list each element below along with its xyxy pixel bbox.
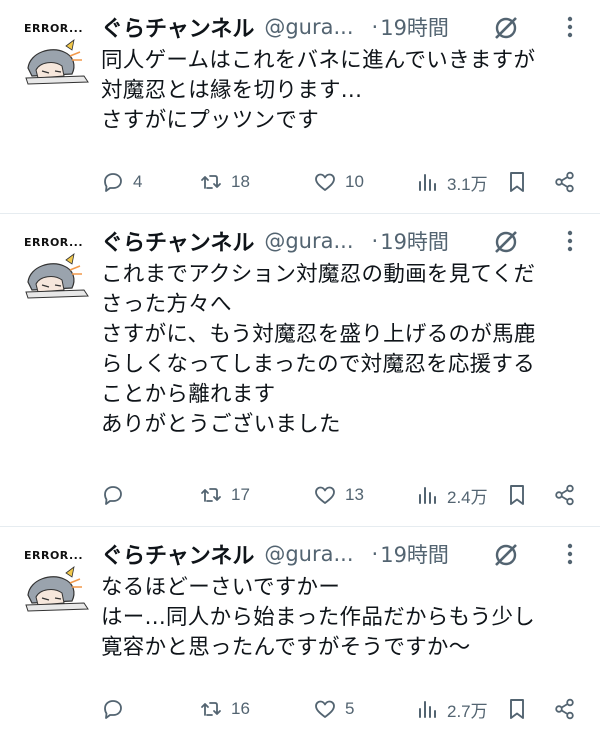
tweet-line: ことから離れます	[101, 382, 276, 407]
bookmark-button[interactable]	[505, 167, 529, 197]
bookmark-icon	[510, 699, 524, 719]
tweet-text: なるほどーさいですかー はー...同人から始まった作品だからもう少し 寛容かと思…	[101, 573, 586, 663]
display-name[interactable]: ぐらチャンネル	[101, 538, 254, 570]
user-handle[interactable]: @gura...	[264, 542, 353, 566]
views-button[interactable]: 2.4万	[415, 480, 488, 510]
retweet-icon	[201, 175, 221, 189]
like-icon	[315, 486, 335, 504]
tweet-line: さすがにプッツンです	[101, 108, 320, 133]
grok-icon[interactable]	[492, 228, 520, 256]
user-handle[interactable]: @gura...	[264, 229, 353, 253]
retweet-count: 17	[231, 485, 250, 504]
tweet-line: 対魔忍とは縁を切ります...	[101, 78, 363, 103]
reply-button[interactable]: 4	[101, 167, 142, 197]
more-icon[interactable]	[558, 12, 582, 42]
avatar-label: ERROR...	[24, 22, 84, 35]
like-button[interactable]: 10	[313, 167, 364, 197]
tweet-line: さすがに、もう対魔忍を盛り上げるのが馬鹿	[101, 322, 536, 347]
tweet-line: 寛容かと思ったんですがそうですか～	[101, 635, 471, 660]
reply-count: 4	[133, 172, 143, 191]
reply-icon	[104, 486, 122, 505]
tweet-line: これまでアクション対魔忍の動画を見てくだ	[101, 262, 536, 287]
like-button[interactable]: 13	[313, 480, 364, 510]
user-handle[interactable]: @gura...	[264, 15, 353, 39]
more-icon[interactable]	[558, 226, 582, 256]
bookmark-button[interactable]	[505, 480, 529, 510]
separator-dot: ·	[371, 542, 379, 566]
views-count: 2.7万	[447, 701, 488, 721]
reply-button[interactable]	[101, 480, 133, 510]
reply-icon	[104, 700, 122, 719]
share-icon	[555, 171, 574, 193]
like-icon	[315, 173, 335, 191]
retweet-count: 18	[231, 172, 250, 191]
tweet-feed: ERROR... ぐらチャンネル @gura... · 19時間 同人ゲームはこ…	[0, 0, 600, 732]
tweet-line: 同人ゲームはこれをバネに進んでいきますが	[101, 48, 536, 73]
avatar[interactable]: ERROR...	[22, 545, 94, 617]
tweet-header: ぐらチャンネル @gura... · 19時間	[101, 222, 582, 260]
timestamp[interactable]: 19時間	[380, 539, 449, 569]
retweet-icon	[201, 702, 221, 716]
tweet-text: 同人ゲームはこれをバネに進んでいきますが 対魔忍とは縁を切ります... さすがに…	[101, 46, 586, 136]
bookmark-button[interactable]	[505, 694, 529, 724]
avatar-character-icon	[25, 566, 89, 612]
avatar[interactable]: ERROR...	[22, 18, 94, 90]
retweet-count: 16	[231, 699, 250, 718]
share-icon	[555, 698, 574, 720]
grok-icon[interactable]	[492, 541, 520, 569]
share-button[interactable]	[553, 167, 577, 197]
views-button[interactable]: 2.7万	[415, 694, 488, 724]
tweet-text: これまでアクション対魔忍の動画を見てくだ さった方々へ さすがに、もう対魔忍を盛…	[101, 260, 586, 440]
views-icon	[419, 174, 436, 191]
timestamp[interactable]: 19時間	[380, 12, 449, 42]
reply-button[interactable]	[101, 694, 133, 724]
views-icon	[419, 487, 436, 504]
share-button[interactable]	[553, 694, 577, 724]
tweet-line: らしくなってしまったので対魔忍を応援する	[101, 352, 536, 377]
more-icon[interactable]	[558, 539, 582, 569]
tweet-line: ありがとうございました	[101, 412, 341, 437]
tweet-header: ぐらチャンネル @gura... · 19時間	[101, 8, 582, 46]
display-name[interactable]: ぐらチャンネル	[101, 11, 254, 43]
share-icon	[555, 484, 574, 506]
tweet[interactable]: ERROR... ぐらチャンネル @gura... · 19時間	[0, 0, 600, 214]
tweet[interactable]: ERROR... ぐらチャンネル @gura... · 19時間	[0, 527, 600, 732]
share-button[interactable]	[553, 480, 577, 510]
avatar-character-icon	[25, 39, 89, 85]
retweet-button[interactable]: 18	[199, 167, 250, 197]
retweet-button[interactable]: 17	[199, 480, 250, 510]
avatar-label: ERROR...	[24, 549, 84, 562]
grok-icon[interactable]	[492, 14, 520, 42]
retweet-icon	[201, 488, 221, 502]
avatar-character-icon	[25, 253, 89, 299]
bookmark-icon	[510, 485, 524, 505]
timestamp[interactable]: 19時間	[380, 226, 449, 256]
tweet[interactable]: ERROR... ぐらチャンネル @gura... · 19時間	[0, 214, 600, 527]
views-count: 2.4万	[447, 487, 488, 507]
avatar-label: ERROR...	[24, 236, 84, 249]
views-button[interactable]: 3.1万	[415, 167, 488, 197]
tweet-actions: 16 5 2.7万	[101, 694, 582, 724]
tweet-line: さった方々へ	[101, 292, 232, 317]
separator-dot: ·	[371, 229, 379, 253]
like-count: 10	[345, 172, 364, 191]
views-count: 3.1万	[447, 174, 488, 194]
display-name[interactable]: ぐらチャンネル	[101, 225, 254, 257]
like-button[interactable]: 5	[313, 694, 354, 724]
tweet-header: ぐらチャンネル @gura... · 19時間	[101, 535, 582, 573]
tweet-line: はー...同人から始まった作品だからもう少し	[101, 605, 536, 630]
like-count: 5	[345, 699, 355, 718]
retweet-button[interactable]: 16	[199, 694, 250, 724]
tweet-actions: 4 18 10 3.1万	[101, 167, 582, 197]
separator-dot: ·	[371, 15, 379, 39]
bookmark-icon	[510, 172, 524, 192]
reply-icon	[104, 173, 122, 192]
avatar[interactable]: ERROR...	[22, 232, 94, 304]
tweet-actions: 17 13 2.4万	[101, 480, 582, 510]
like-count: 13	[345, 485, 364, 504]
views-icon	[419, 701, 436, 718]
tweet-line: なるほどーさいですかー	[101, 575, 341, 600]
like-icon	[315, 700, 335, 718]
